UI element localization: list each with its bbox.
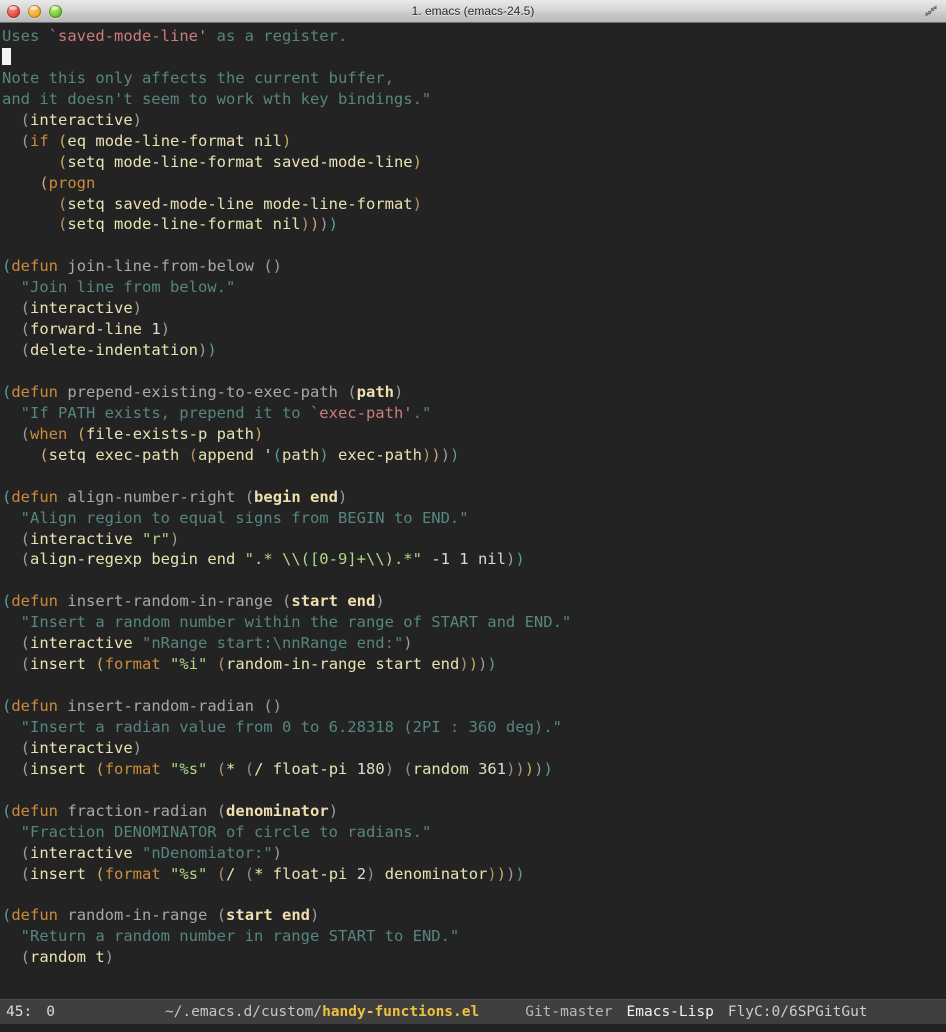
buffer-line: (interactive) bbox=[20, 738, 143, 757]
buffer-line: "Return a random number in range START t… bbox=[20, 927, 460, 946]
buffer-line: "Join line from below." bbox=[20, 278, 236, 297]
buffer-line: (align-regexp begin end ".* \\([0-9]+\\)… bbox=[20, 550, 525, 569]
window-title: 1. emacs (emacs-24.5) bbox=[411, 4, 535, 18]
mode-line-vc-status[interactable]: Git-master bbox=[525, 1004, 612, 1020]
buffer-line bbox=[2, 361, 946, 382]
buffer-line: (defun prepend-existing-to-exec-path (pa… bbox=[2, 382, 404, 401]
mode-line-file-name[interactable]: handy-functions.el bbox=[322, 1004, 479, 1020]
buffer-line: (setq exec-path (append '(path) exec-pat… bbox=[39, 445, 460, 464]
buffer-line: "Align region to equal signs from BEGIN … bbox=[20, 508, 469, 527]
buffer-line: (insert (format "%s" (* (/ float-pi 180)… bbox=[20, 759, 553, 778]
buffer-line: (defun insert-random-in-range (start end… bbox=[2, 592, 385, 611]
buffer-line: (insert (format "%s" (/ (* float-pi 2) d… bbox=[20, 864, 525, 883]
buffer-line: (insert (format "%i" (random-in-range st… bbox=[20, 655, 497, 674]
mode-line-smartparens[interactable]: SP bbox=[798, 1004, 815, 1020]
buffer-line: (defun insert-random-radian () bbox=[2, 697, 283, 715]
buffer-line bbox=[2, 675, 946, 696]
buffer-line: (setq saved-mode-line mode-line-format) bbox=[58, 194, 422, 213]
buffer-line: "If PATH exists, prepend it to `exec-pat… bbox=[20, 403, 432, 422]
buffer-line: (defun join-line-from-below () bbox=[2, 257, 283, 276]
buffer-line: (forward-line 1) bbox=[20, 320, 171, 339]
window-titlebar[interactable]: 1. emacs (emacs-24.5) bbox=[0, 0, 946, 23]
text-cursor bbox=[2, 47, 11, 65]
mode-line-column-number: 0 bbox=[46, 1004, 55, 1020]
zoom-button[interactable] bbox=[49, 4, 62, 18]
buffer-line: (interactive "r") bbox=[20, 529, 180, 548]
buffer-line: (setq mode-line-format nil)))) bbox=[58, 215, 339, 234]
buffer-line bbox=[2, 466, 946, 487]
buffer-text-area[interactable]: Uses `saved-mode-line' as a register. No… bbox=[0, 23, 946, 999]
buffer-line: "Fraction DENOMINATOR of circle to radia… bbox=[20, 822, 432, 841]
window-controls bbox=[7, 0, 62, 22]
emacs-frame: Uses `saved-mode-line' as a register. No… bbox=[0, 23, 946, 1032]
close-button[interactable] bbox=[7, 4, 20, 18]
buffer-line bbox=[2, 235, 946, 256]
buffer-line: (delete-indentation)) bbox=[20, 341, 217, 360]
buffer-line: (defun align-number-right (begin end) bbox=[2, 487, 348, 506]
buffer-line bbox=[2, 780, 946, 801]
emacs-window: 1. emacs (emacs-24.5) Uses `saved-mode-l… bbox=[0, 0, 946, 1032]
buffer-line: (progn bbox=[39, 173, 96, 192]
buffer-line: (when (file-exists-p path) bbox=[20, 424, 264, 443]
buffer-line: (interactive) bbox=[20, 110, 143, 129]
buffer-line: (setq mode-line-format saved-mode-line) bbox=[58, 152, 422, 171]
buffer-line: Note this only affects the current buffe… bbox=[2, 68, 394, 87]
buffer-line: (random t) bbox=[20, 948, 115, 967]
minimize-button[interactable] bbox=[28, 4, 41, 18]
mode-line-line-number: 45: bbox=[6, 1004, 33, 1020]
buffer-line: (interactive) bbox=[20, 299, 143, 318]
mode-line-flycheck[interactable]: FlyC:0/6 bbox=[728, 1004, 798, 1020]
mode-line-git-gutter[interactable]: GitGut bbox=[815, 1004, 867, 1020]
buffer-line-cursor bbox=[2, 47, 946, 68]
buffer-line: (defun fraction-radian (denominator) bbox=[2, 801, 339, 820]
frame-bottom-strip bbox=[0, 1024, 946, 1032]
buffer-line: Uses `saved-mode-line' as a register. bbox=[2, 27, 348, 45]
buffer-line: "Insert a random number within the range… bbox=[20, 613, 572, 632]
buffer-line: (interactive "nDenomiator:") bbox=[20, 843, 282, 862]
buffer-line: "Insert a radian value from 0 to 6.28318… bbox=[20, 717, 562, 736]
buffer-line bbox=[2, 570, 946, 591]
mode-line-major-mode[interactable]: Emacs-Lisp bbox=[627, 1004, 714, 1020]
buffer-line: (interactive "nRange start:\nnRange end:… bbox=[20, 634, 413, 653]
buffer-line bbox=[2, 884, 946, 905]
buffer-line: (defun random-in-range (start end) bbox=[2, 906, 320, 925]
mode-line-directory: ~/.emacs.d/custom/ bbox=[164, 1004, 323, 1020]
mode-line[interactable]: 45: 0 ~/.emacs.d/custom/handy-functions.el… bbox=[0, 999, 946, 1024]
buffer-line: and it doesn't seem to work wth key bind… bbox=[2, 89, 432, 108]
buffer-line: (if (eq mode-line-format nil) bbox=[20, 131, 292, 150]
fullscreen-icon[interactable] bbox=[924, 4, 938, 18]
